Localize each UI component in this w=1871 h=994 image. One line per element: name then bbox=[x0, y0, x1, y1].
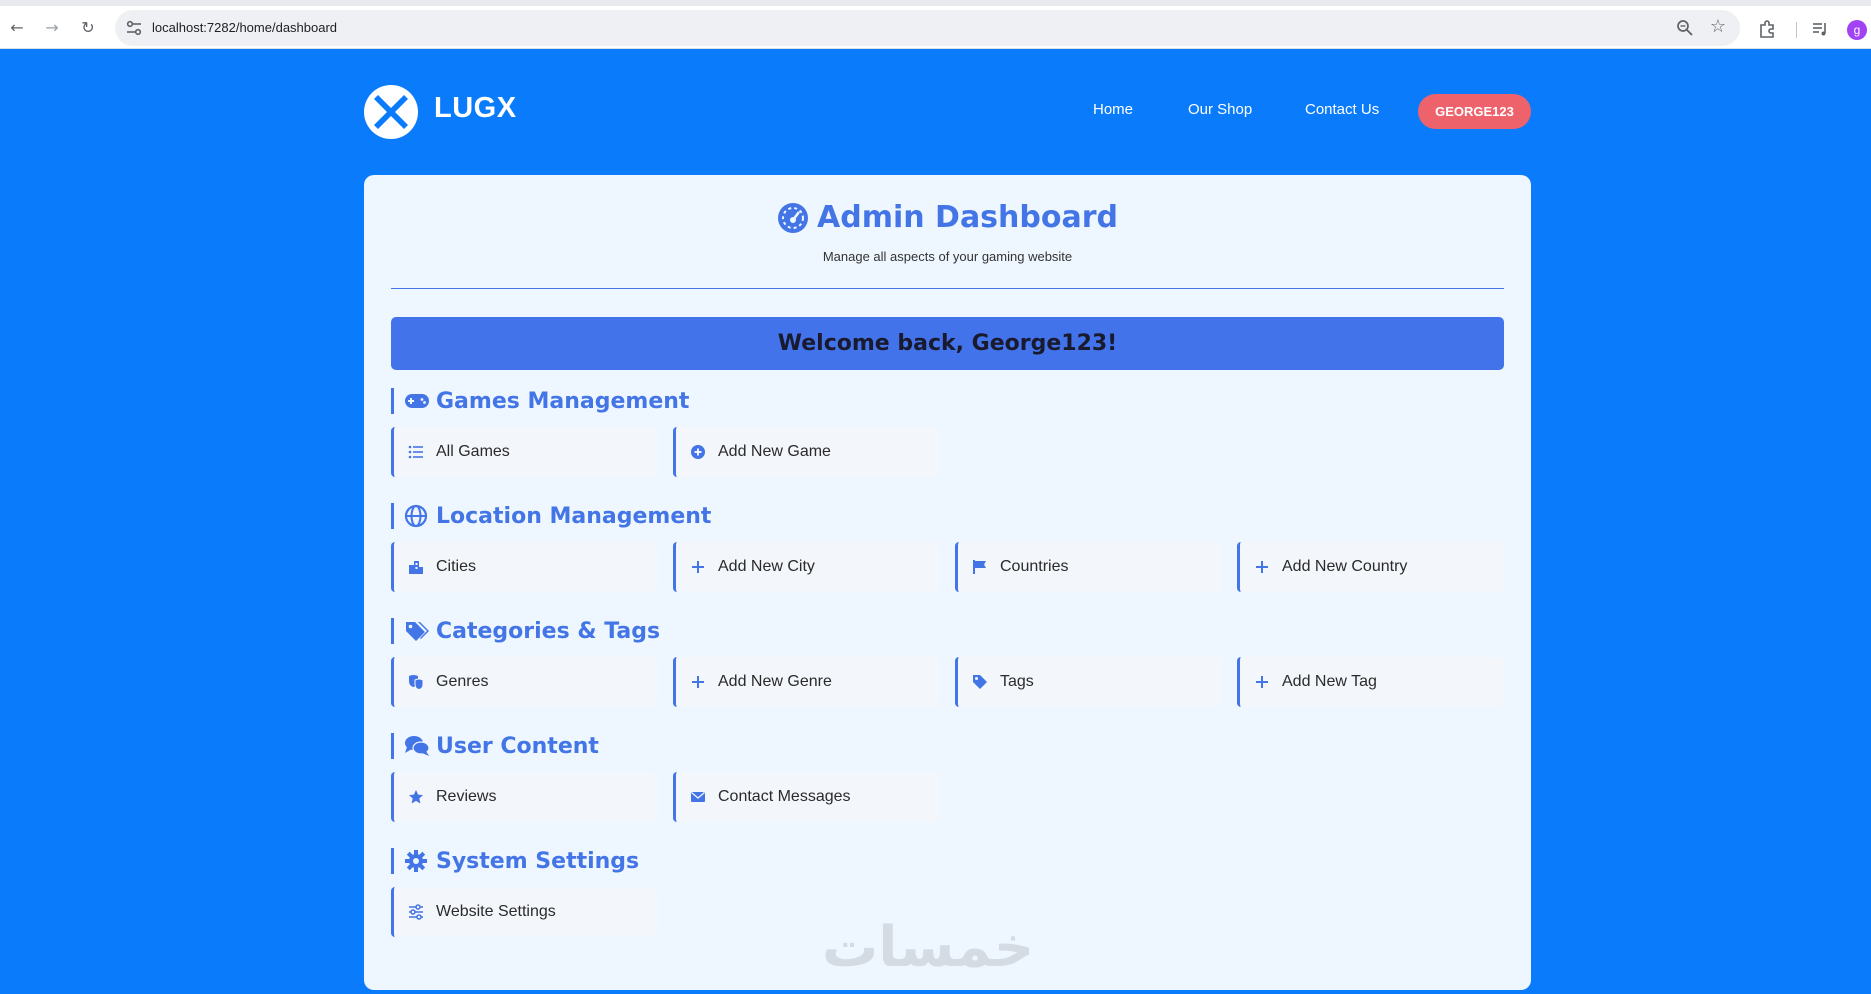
city-icon bbox=[409, 561, 423, 574]
plus-icon bbox=[692, 676, 704, 688]
star-icon bbox=[409, 790, 423, 804]
link-label: Cities bbox=[436, 558, 477, 575]
site-settings-icon[interactable] bbox=[125, 19, 143, 37]
page-title-text: Admin Dashboard bbox=[817, 200, 1118, 235]
user-account-button[interactable]: GEORGE123 bbox=[1418, 94, 1531, 129]
welcome-banner: Welcome back, George123! bbox=[391, 317, 1504, 370]
divider bbox=[391, 288, 1504, 289]
link-label: Add New Tag bbox=[1282, 673, 1377, 690]
link-tags[interactable]: Tags bbox=[955, 657, 1222, 707]
section-system-settings: System Settings bbox=[391, 848, 639, 874]
link-label: Contact Messages bbox=[718, 788, 851, 805]
link-all-games[interactable]: All Games bbox=[391, 427, 658, 477]
link-genres[interactable]: Genres bbox=[391, 657, 658, 707]
link-label: Add New Country bbox=[1282, 558, 1408, 575]
forward-icon[interactable]: → bbox=[40, 16, 64, 40]
url-text[interactable]: localhost:7282/home/dashboard bbox=[152, 10, 337, 46]
dashboard-card: Admin Dashboard Manage all aspects of yo… bbox=[364, 175, 1531, 990]
link-label: Add New City bbox=[718, 558, 815, 575]
section-location-management: Location Management bbox=[391, 503, 711, 529]
bookmark-star-icon[interactable]: ☆ bbox=[1710, 16, 1726, 38]
section-games-management: Games Management bbox=[391, 388, 689, 414]
envelope-icon bbox=[691, 792, 705, 802]
flag-icon bbox=[973, 560, 986, 574]
watermark: خمسات bbox=[822, 915, 1035, 980]
dashboard-gauge-icon bbox=[778, 202, 808, 233]
link-label: Website Settings bbox=[436, 903, 556, 920]
brand-name[interactable]: LUGX bbox=[434, 92, 517, 125]
zoom-icon[interactable] bbox=[1676, 19, 1694, 37]
back-icon[interactable]: ← bbox=[5, 16, 29, 40]
extensions-icon[interactable] bbox=[1758, 20, 1776, 38]
nav-contact-us[interactable]: Contact Us bbox=[1305, 101, 1379, 118]
toolbar-separator bbox=[1796, 22, 1797, 38]
section-categories-tags: Categories & Tags bbox=[391, 618, 660, 644]
page-title: Admin Dashboard bbox=[777, 200, 1118, 235]
link-add-new-city[interactable]: Add New City bbox=[673, 542, 940, 592]
plus-icon bbox=[1256, 561, 1268, 573]
link-label: Add New Genre bbox=[718, 673, 832, 690]
link-add-new-country[interactable]: Add New Country bbox=[1237, 542, 1504, 592]
gamepad-icon bbox=[405, 394, 429, 408]
comments-icon bbox=[405, 736, 430, 756]
link-cities[interactable]: Cities bbox=[391, 542, 658, 592]
link-label: Add New Game bbox=[718, 443, 831, 460]
link-label: All Games bbox=[436, 443, 510, 460]
reload-icon[interactable]: ↻ bbox=[76, 16, 100, 40]
tags-icon bbox=[406, 622, 429, 641]
profile-avatar[interactable]: g bbox=[1847, 20, 1867, 40]
plus-icon bbox=[1256, 676, 1268, 688]
section-user-content: User Content bbox=[391, 733, 599, 759]
masks-icon bbox=[409, 675, 424, 690]
list-icon bbox=[408, 445, 423, 459]
gear-icon bbox=[405, 850, 427, 872]
media-controls-icon[interactable] bbox=[1811, 20, 1829, 38]
link-label: Reviews bbox=[436, 788, 497, 805]
link-label: Genres bbox=[436, 673, 489, 690]
nav-home[interactable]: Home bbox=[1093, 101, 1133, 118]
section-title-text: User Content bbox=[436, 733, 599, 759]
link-contact-messages[interactable]: Contact Messages bbox=[673, 772, 940, 822]
link-reviews[interactable]: Reviews bbox=[391, 772, 658, 822]
section-title-text: System Settings bbox=[436, 848, 640, 874]
section-title-text: Games Management bbox=[436, 388, 690, 414]
lugx-logo-icon[interactable] bbox=[364, 85, 418, 139]
link-countries[interactable]: Countries bbox=[955, 542, 1222, 592]
address-bar[interactable]: localhost:7282/home/dashboard ☆ bbox=[115, 10, 1740, 46]
plus-icon bbox=[692, 561, 704, 573]
link-label: Tags bbox=[1000, 673, 1034, 690]
link-label: Countries bbox=[1000, 558, 1069, 575]
link-add-new-genre[interactable]: Add New Genre bbox=[673, 657, 940, 707]
link-add-new-game[interactable]: Add New Game bbox=[673, 427, 940, 477]
plus-circle-icon bbox=[691, 445, 705, 459]
tag-icon bbox=[973, 675, 987, 689]
browser-toolbar: ← → ↻ localhost:7282/home/dashboard ☆ g bbox=[0, 6, 1871, 49]
page-subtitle: Manage all aspects of your gaming websit… bbox=[822, 249, 1073, 264]
link-add-new-tag[interactable]: Add New Tag bbox=[1237, 657, 1504, 707]
section-title-text: Categories & Tags bbox=[436, 618, 661, 644]
sliders-icon bbox=[409, 904, 423, 920]
globe-icon bbox=[404, 504, 428, 528]
nav-our-shop[interactable]: Our Shop bbox=[1188, 101, 1252, 118]
link-website-settings[interactable]: Website Settings bbox=[391, 887, 658, 937]
section-title-text: Location Management bbox=[436, 503, 712, 529]
